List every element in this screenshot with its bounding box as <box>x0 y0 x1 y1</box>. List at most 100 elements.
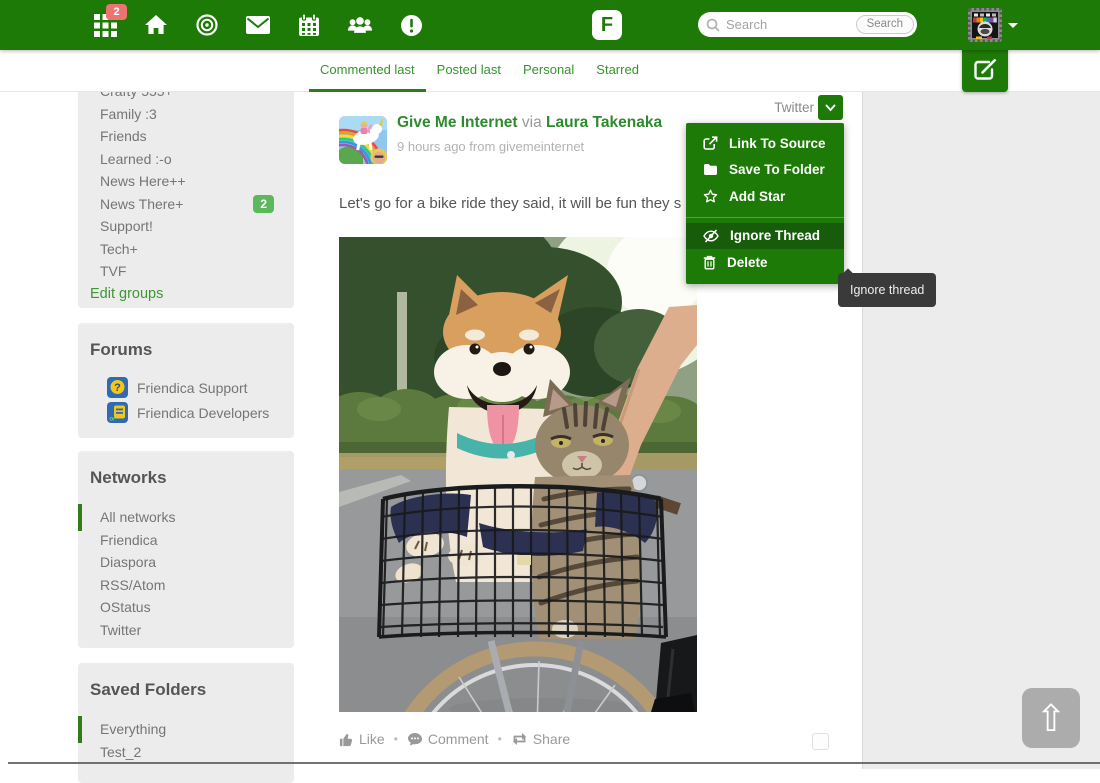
menu-item-add-star[interactable]: Add Star <box>686 183 844 210</box>
envelope-icon <box>246 16 270 34</box>
network-item-rss-atom[interactable]: RSS/Atom <box>78 574 294 597</box>
folder-item-test2[interactable]: Test_2 <box>78 741 294 764</box>
group-item[interactable]: TVF <box>78 260 294 283</box>
saved-folders-widget: Saved Folders Everything Test_2 <box>78 663 294 783</box>
forum-item-friendica-developers[interactable]: o/ Friendica Developers <box>78 400 294 425</box>
search-submit-button[interactable]: Search <box>856 15 914 34</box>
compose-post-button[interactable] <box>962 46 1008 92</box>
avatar-caret-down-icon[interactable] <box>1008 23 1018 28</box>
user-avatar[interactable] <box>968 8 1002 42</box>
post-action-bar: Like • Comment • Share <box>339 731 570 747</box>
tab-commented-last[interactable]: Commented last <box>309 50 426 92</box>
folder-item-everything[interactable]: Everything <box>78 718 294 741</box>
post-card: Give Me Internet via Laura Takenaka 9 ho… <box>320 92 862 769</box>
search-box: Search <box>698 12 917 37</box>
scroll-to-top-button[interactable]: ⇧ <box>1022 688 1080 748</box>
home-icon <box>144 14 168 36</box>
folder-icon <box>703 163 718 176</box>
post-select-checkbox[interactable] <box>812 733 829 750</box>
exclamation-circle-icon <box>400 14 423 37</box>
menu-item-delete[interactable]: Delete <box>686 249 844 276</box>
group-item[interactable]: Support! <box>78 215 294 238</box>
tab-posted-last[interactable]: Posted last <box>426 50 512 92</box>
forums-widget: Forums ? Friendica Support o/ Friendica … <box>78 323 294 438</box>
forum-item-friendica-support[interactable]: ? Friendica Support <box>78 375 294 400</box>
post-author-link[interactable]: Give Me Internet <box>397 114 518 131</box>
comment-bubble-icon <box>407 732 423 747</box>
right-aside-background <box>862 92 1100 769</box>
network-item-friendica[interactable]: Friendica <box>78 529 294 552</box>
group-item[interactable]: Tech+ <box>78 238 294 261</box>
menu-item-link-to-source[interactable]: Link To Source <box>686 130 844 157</box>
home-button[interactable] <box>143 12 169 38</box>
group-label: TVF <box>100 263 126 279</box>
friendica-logo[interactable]: F <box>592 10 622 40</box>
share-button[interactable]: Share <box>511 731 570 747</box>
network-item-all[interactable]: All networks <box>78 506 294 529</box>
external-link-icon <box>703 136 718 151</box>
group-item[interactable]: News Here++ <box>78 170 294 193</box>
like-button[interactable]: Like <box>339 731 385 747</box>
retweet-icon <box>511 732 528 746</box>
group-unread-badge: 2 <box>253 195 274 213</box>
group-label: Family :3 <box>100 106 157 122</box>
thumbs-up-icon <box>339 732 354 747</box>
window-bottom-edge <box>8 762 1100 764</box>
comment-label: Comment <box>428 731 489 747</box>
post-timestamp: 9 hours ago from givemeinternet <box>397 139 584 154</box>
network-button[interactable] <box>194 12 220 38</box>
forums-widget-title: Forums <box>78 323 294 361</box>
group-label: Tech+ <box>100 241 138 257</box>
group-label: News There+ <box>100 196 183 212</box>
forum-developers-icon: o/ <box>107 402 128 423</box>
forum-label: Friendica Support <box>137 380 248 396</box>
contacts-button[interactable] <box>347 12 373 38</box>
star-icon <box>703 189 718 204</box>
wall-owner-link[interactable]: Laura Takenaka <box>546 114 662 131</box>
dog-cat-bike-photo <box>339 237 697 712</box>
post-photo[interactable] <box>339 237 697 712</box>
search-input[interactable] <box>720 17 856 32</box>
network-label: All networks <box>100 509 175 525</box>
post-menu-toggle-button[interactable] <box>818 95 843 120</box>
group-item[interactable]: Friends <box>78 125 294 148</box>
group-item[interactable]: Learned :-o <box>78 148 294 171</box>
network-item-diaspora[interactable]: Diaspora <box>78 551 294 574</box>
apps-menu-button[interactable]: 2 <box>92 12 118 38</box>
group-label: Friends <box>100 128 147 144</box>
menu-item-label: Delete <box>727 255 768 270</box>
menu-item-ignore-thread[interactable]: Ignore Thread <box>686 223 844 250</box>
search-icon <box>706 18 720 32</box>
group-item[interactable]: 2 News There+ <box>78 193 294 216</box>
menu-item-save-to-folder[interactable]: Save To Folder <box>686 157 844 184</box>
network-label: OStatus <box>100 599 151 615</box>
network-label: Diaspora <box>100 554 156 570</box>
folder-label: Test_2 <box>100 744 141 760</box>
svg-text:o/: o/ <box>109 416 115 423</box>
action-separator: • <box>498 732 502 746</box>
menu-item-label: Save To Folder <box>729 162 825 177</box>
share-label: Share <box>533 731 570 747</box>
test-card-avatar-image <box>968 8 1002 42</box>
network-label: Twitter <box>100 622 141 638</box>
tab-starred[interactable]: Starred <box>585 50 650 92</box>
network-item-twitter[interactable]: Twitter <box>78 619 294 642</box>
feed-tabbar: Commented last Posted last Personal Star… <box>0 50 1100 92</box>
network-item-ostatus[interactable]: OStatus <box>78 596 294 619</box>
tab-personal[interactable]: Personal <box>512 50 585 92</box>
menu-item-label: Ignore Thread <box>730 228 820 243</box>
post-author-avatar[interactable] <box>339 116 387 164</box>
menu-divider <box>686 217 844 218</box>
notifications-button[interactable] <box>398 12 424 38</box>
messages-button[interactable] <box>245 12 271 38</box>
menu-item-label: Link To Source <box>729 136 826 151</box>
svg-text:?: ? <box>114 382 121 394</box>
forum-label: Friendica Developers <box>137 405 269 421</box>
group-label: News Here++ <box>100 173 186 189</box>
events-button[interactable] <box>296 12 322 38</box>
top-navbar: 2 <box>0 0 1100 50</box>
group-item[interactable]: Family :3 <box>78 103 294 126</box>
edit-groups-link[interactable]: Edit groups <box>90 283 294 306</box>
unicorn-avatar-image <box>339 116 387 164</box>
comment-button[interactable]: Comment <box>407 731 489 747</box>
